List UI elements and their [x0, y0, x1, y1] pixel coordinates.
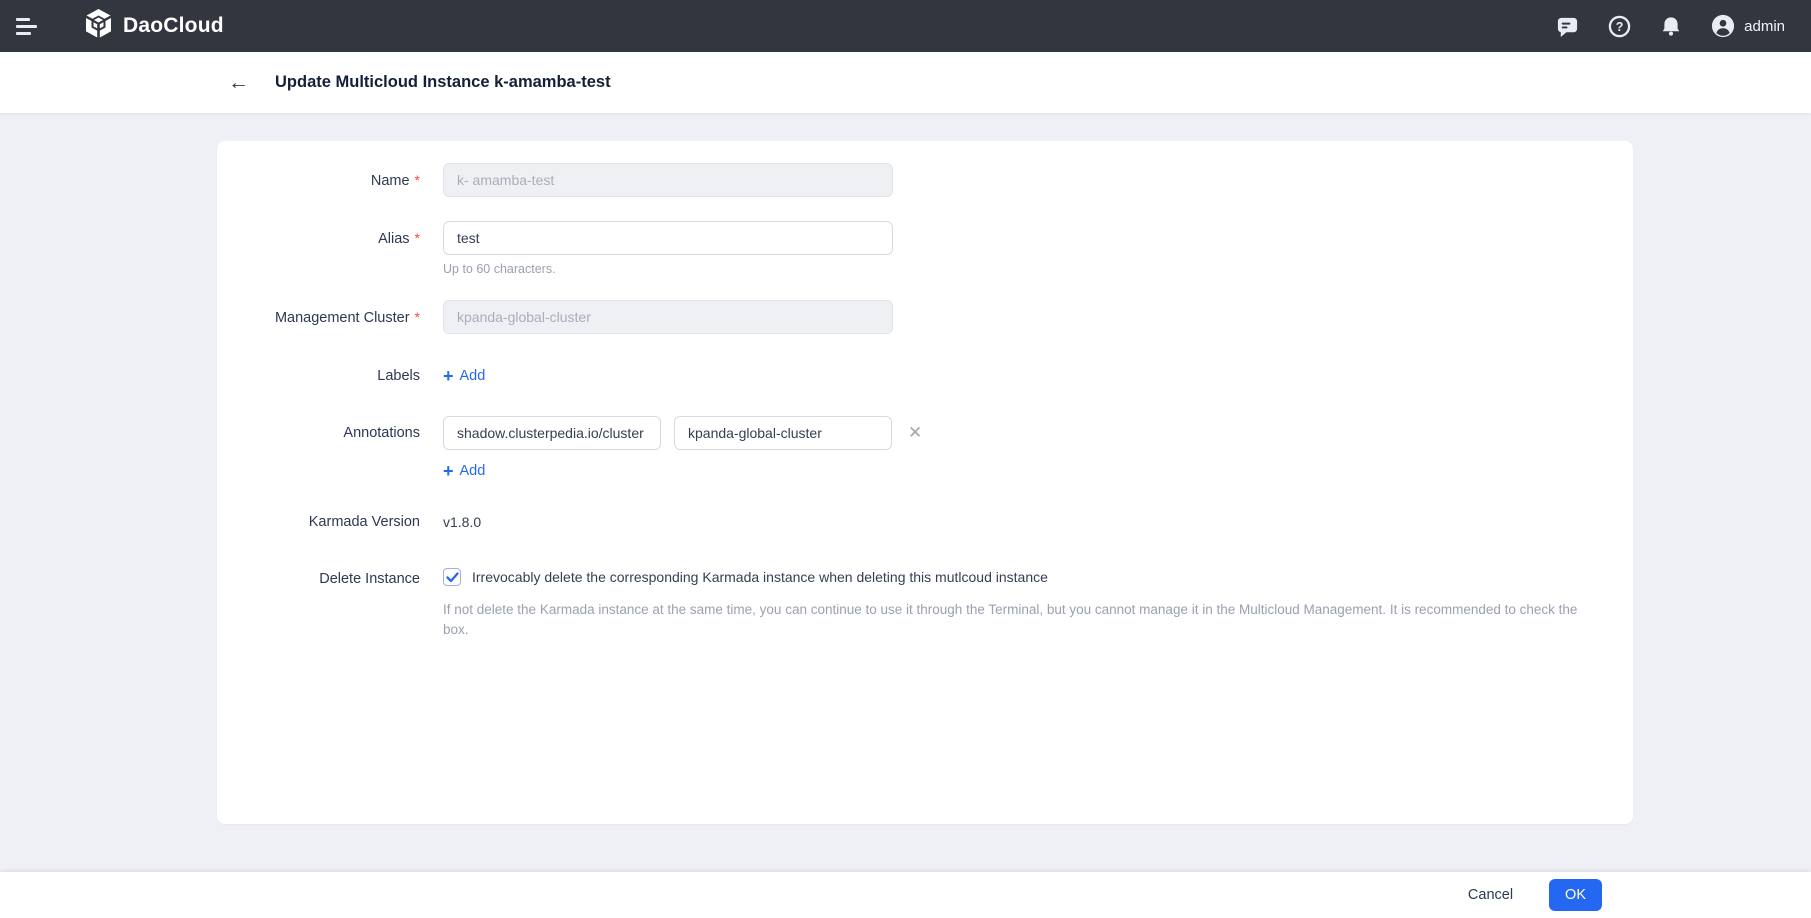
remove-annotation-icon[interactable]: ✕	[908, 416, 922, 450]
username: admin	[1744, 17, 1785, 35]
daocloud-logo-icon	[84, 8, 113, 44]
form-row-name: Name *	[217, 163, 1633, 198]
delete-instance-checkbox[interactable]	[443, 568, 461, 586]
alias-input[interactable]	[443, 221, 893, 255]
user-menu[interactable]: admin	[1711, 14, 1785, 38]
delete-instance-checkbox-label: Irrevocably delete the corresponding Kar…	[472, 569, 1048, 585]
name-input[interactable]	[443, 163, 893, 197]
brand[interactable]: DaoCloud	[84, 8, 224, 44]
topbar: DaoCloud ? admin	[0, 0, 1811, 52]
page-body: Name* Alias* Up to 60 characters. Manage…	[0, 113, 1811, 872]
form-row-delete-instance: Delete Instance Irrevocably delete the c…	[217, 567, 1633, 640]
back-icon[interactable]: ←	[224, 70, 253, 95]
cancel-button[interactable]: Cancel	[1458, 881, 1523, 909]
karmada-version-value: v1.8.0	[443, 514, 482, 530]
management-cluster-input[interactable]	[443, 300, 893, 334]
menu-icon[interactable]	[16, 16, 40, 36]
annotation-pair: ✕	[443, 416, 1633, 450]
form-row-karmada-version: Karmada Version v1.8.0	[217, 510, 1633, 534]
brand-name: DaoCloud	[123, 14, 224, 37]
required-marker: *	[414, 309, 420, 325]
annotations-label: Annotations	[343, 425, 420, 441]
annotation-key-input[interactable]	[443, 416, 661, 450]
annotation-value-input[interactable]	[674, 416, 892, 450]
plus-icon: +	[443, 366, 454, 386]
labels-label: Labels	[377, 368, 420, 384]
required-marker: *	[414, 230, 420, 246]
ok-button[interactable]: OK	[1549, 879, 1602, 911]
form-row-management-cluster: Management Cluster *	[217, 300, 1633, 335]
help-icon[interactable]: ?	[1607, 14, 1631, 38]
annotations-add-button[interactable]: + Add	[443, 459, 485, 483]
plus-icon: +	[443, 461, 454, 481]
delete-instance-label: Delete Instance	[319, 571, 420, 587]
required-marker: *	[414, 172, 420, 188]
alias-label: Alias *	[378, 230, 420, 247]
form-card: Name* Alias* Up to 60 characters. Manage…	[217, 141, 1633, 824]
alias-helper-text: Up to 60 characters.	[443, 262, 556, 276]
svg-text:?: ?	[1615, 19, 1623, 33]
page-title: Update Multicloud Instance k-amamba-test	[275, 73, 611, 91]
avatar-icon	[1711, 14, 1735, 38]
action-footer: Cancel OK	[0, 872, 1811, 918]
message-icon[interactable]	[1555, 14, 1579, 38]
management-cluster-label: Management Cluster *	[274, 309, 420, 326]
form-row-labels: Labels + Add	[217, 364, 1633, 388]
karmada-version-label: Karmada Version	[308, 514, 420, 530]
page-header: ← Update Multicloud Instance k-amamba-te…	[0, 52, 1811, 113]
name-label: Name *	[370, 172, 420, 189]
checkmark-icon	[445, 571, 459, 582]
form-row-alias: Alias* Up to 60 characters.	[217, 221, 1633, 276]
form-row-annotations: Annotations ✕ + Add	[217, 416, 1633, 483]
delete-instance-help-text: If not delete the Karmada instance at th…	[443, 602, 1578, 637]
labels-add-button[interactable]: + Add	[443, 364, 485, 388]
bell-icon[interactable]	[1659, 14, 1683, 38]
